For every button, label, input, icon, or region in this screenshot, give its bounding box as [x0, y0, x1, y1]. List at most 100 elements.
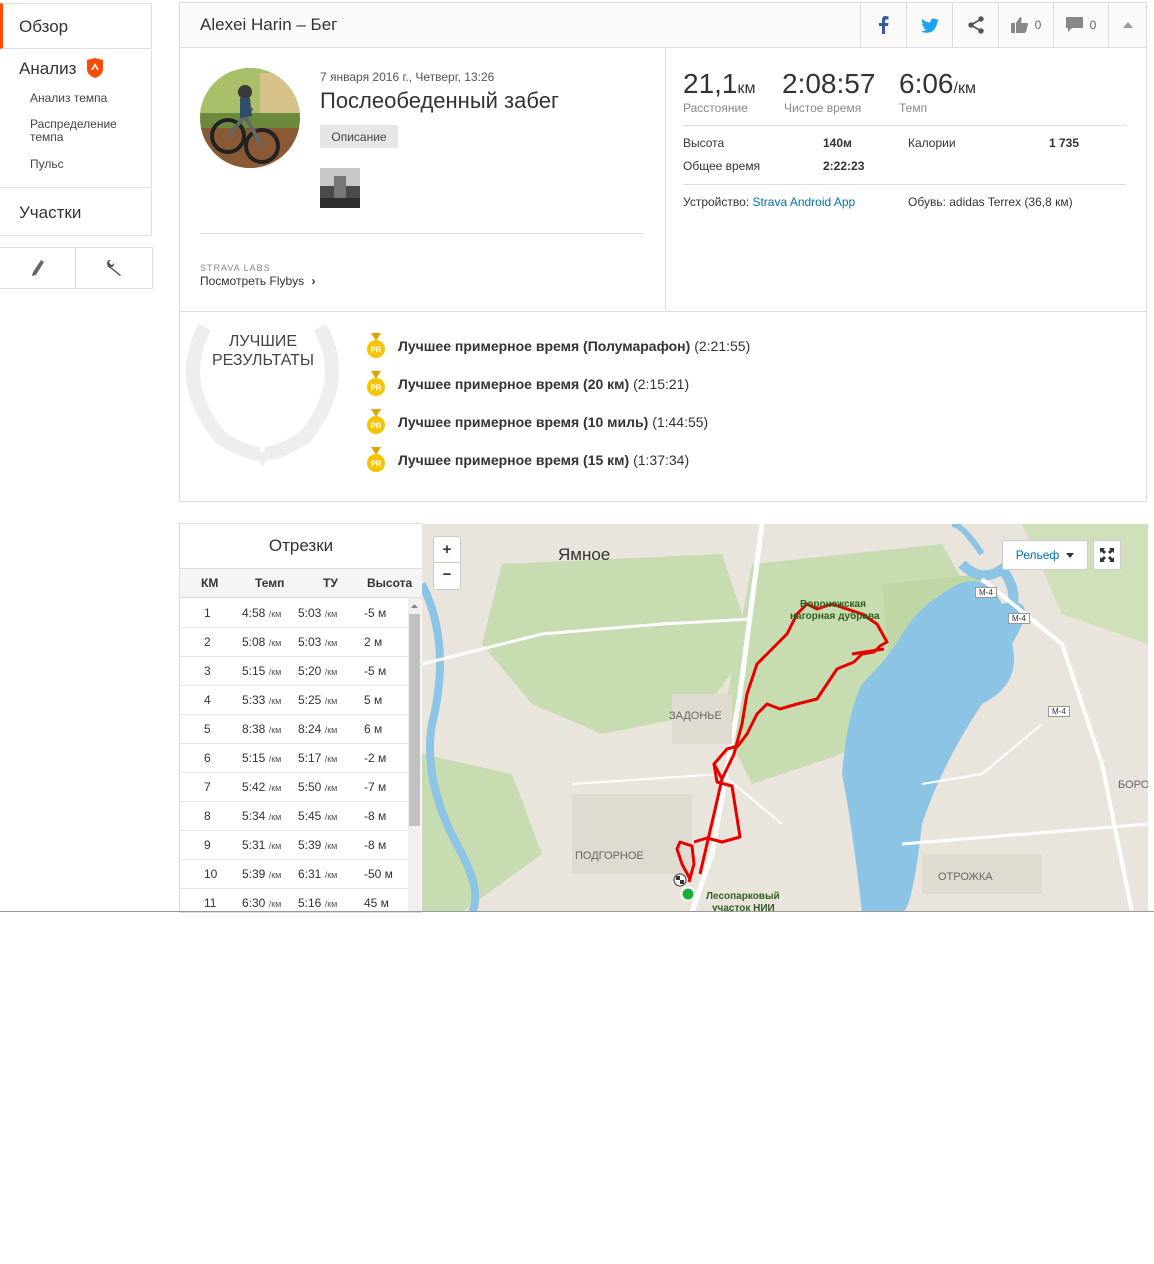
- achievement-text[interactable]: Лучшее примерное время (15 км) (1:37:34): [398, 452, 689, 468]
- best-results-line1: ЛУЧШИЕ: [228, 333, 298, 350]
- description-button[interactable]: Описание: [320, 125, 398, 148]
- edit-button[interactable]: [0, 248, 76, 288]
- scrollbar-thumb[interactable]: [409, 614, 420, 826]
- achievement-name: Лучшее примерное время (20 км): [398, 376, 630, 392]
- table-row[interactable]: 1 4:58 /км 5:03 /км -5 м: [180, 598, 408, 628]
- sidebar-item-analysis[interactable]: Анализ: [19, 59, 76, 79]
- map-layer-dropdown[interactable]: Рельеф: [1002, 540, 1088, 570]
- pace-unit: /км: [268, 754, 282, 764]
- achievement-text[interactable]: Лучшее примерное время (10 миль) (1:44:5…: [398, 414, 708, 430]
- flyby-link-label: Посмотреть Flybys: [200, 274, 305, 288]
- cell-elevation: -5 м: [364, 664, 387, 678]
- cell-gap: 8:24 /км: [298, 722, 337, 736]
- gap-value: 5:20: [298, 664, 322, 678]
- cell-gap: 5:45 /км: [298, 809, 337, 823]
- cell-pace: 5:34 /км: [242, 809, 281, 823]
- zoom-in-button[interactable]: +: [434, 537, 460, 563]
- table-row[interactable]: 11 6:30 /км 5:16 /км 45 м: [180, 888, 408, 912]
- achievement-name: Лучшее примерное время (15 км): [398, 452, 630, 468]
- zoom-out-button[interactable]: −: [434, 563, 460, 589]
- distance-stat: 21,1км: [683, 68, 756, 100]
- share-button[interactable]: [952, 3, 998, 47]
- actions-button[interactable]: [76, 248, 151, 288]
- table-row[interactable]: 3 5:15 /км 5:20 /км -5 м: [180, 656, 408, 686]
- facebook-share-button[interactable]: [860, 3, 906, 47]
- achievement-item: PR Лучшее примерное время (20 км) (2:15:2…: [366, 371, 689, 397]
- table-row[interactable]: 2 5:08 /км 5:03 /км 2 м: [180, 627, 408, 657]
- table-row[interactable]: 6 5:15 /км 5:17 /км -2 м: [180, 743, 408, 773]
- achievement-time: (1:37:34): [633, 452, 690, 468]
- pace-unit: /км: [268, 783, 282, 793]
- medal-label: PR: [370, 384, 381, 393]
- table-row[interactable]: 7 5:42 /км 5:50 /км -7 м: [180, 772, 408, 802]
- pace-unit: /км: [324, 725, 338, 735]
- achievements-section: ЛУЧШИЕ РЕЗУЛЬТАТЫ PR Лучшее примерное вре…: [180, 311, 1146, 502]
- gap-value: 5:17: [298, 751, 322, 765]
- cell-gap: 5:39 /км: [298, 838, 337, 852]
- shoes-value: adidas Terrex (36,8 км): [949, 195, 1073, 209]
- comments-button[interactable]: 0: [1053, 3, 1108, 47]
- achievement-time: (2:21:55): [694, 338, 751, 354]
- sidebar-item-segments[interactable]: Участки: [0, 189, 152, 236]
- column-header-elevation: Высота: [367, 576, 413, 590]
- shoes-info: Обувь: adidas Terrex (36,8 км): [908, 195, 1073, 209]
- cell-gap: 5:25 /км: [298, 693, 337, 707]
- cell-km: 10: [204, 867, 218, 881]
- table-row[interactable]: 4 5:33 /км 5:25 /км 5 м: [180, 685, 408, 715]
- pace-unit: /км: [324, 754, 338, 764]
- page-title: Alexei Harin – Бег: [200, 15, 338, 34]
- pr-medal-icon: PR: [367, 447, 385, 472]
- gap-value: 5:03: [298, 635, 322, 649]
- pace-value: 5:42: [242, 780, 266, 794]
- best-results-line2: РЕЗУЛЬТАТЫ: [211, 352, 315, 369]
- scroll-up-icon[interactable]: [408, 601, 421, 611]
- road-sign-m4: М-4: [1048, 706, 1070, 717]
- device-link[interactable]: Strava Android App: [752, 195, 855, 209]
- splits-scrollbar[interactable]: [408, 598, 421, 912]
- comment-icon: [1065, 17, 1083, 32]
- sidebar-section-analysis: Анализ Анализ темпа Распределение темпа …: [0, 50, 152, 188]
- table-row[interactable]: 8 5:34 /км 5:45 /км -8 м: [180, 801, 408, 831]
- photo-thumbnail: [320, 168, 360, 208]
- sidebar-item-pace-analysis[interactable]: Анализ темпа: [30, 92, 107, 105]
- achievement-text[interactable]: Лучшее примерное время (20 км) (2:15:21): [398, 376, 689, 392]
- splits-table: Отрезки КМ Темп ТУ Высота 1 4:58 /км 5:03 …: [179, 523, 422, 913]
- pace-unit: /км: [324, 841, 338, 851]
- fullscreen-button[interactable]: [1093, 540, 1121, 570]
- cell-pace: 5:15 /км: [242, 751, 281, 765]
- table-row[interactable]: 5 8:38 /км 8:24 /км 6 м: [180, 714, 408, 744]
- medal-label: PR: [370, 346, 381, 355]
- activity-photo[interactable]: [320, 168, 360, 208]
- cell-pace: 5:42 /км: [242, 780, 281, 794]
- table-row[interactable]: 10 5:39 /км 6:31 /км -50 м: [180, 859, 408, 889]
- pr-medal-icon: PR: [367, 371, 385, 396]
- achievement-item: PR Лучшее примерное время (15 км) (1:37:3…: [366, 447, 689, 473]
- flyby-link[interactable]: Посмотреть Flybys ›: [200, 274, 316, 288]
- twitter-share-button[interactable]: [906, 3, 952, 47]
- pace-stat: 6:06/км: [899, 68, 976, 100]
- avatar-photo: [200, 68, 300, 168]
- activity-stats: 21,1км Расстояние 2:08:57 Чистое время 6…: [666, 48, 1146, 310]
- cell-elevation: -7 м: [364, 780, 387, 794]
- cell-pace: 5:33 /км: [242, 693, 281, 707]
- achievement-text[interactable]: Лучшее примерное время (Полумарафон) (2:…: [398, 338, 750, 354]
- road-sign-m4: М-4: [975, 587, 997, 598]
- map-label-boro: БОРО: [1118, 779, 1148, 791]
- route-map[interactable]: Ямное Воронежская нагорная дубрава ЗАДОН…: [422, 524, 1148, 912]
- pace-unit: /км: [268, 899, 282, 909]
- gap-value: 5:03: [298, 606, 322, 620]
- table-row[interactable]: 9 5:31 /км 5:39 /км -8 м: [180, 830, 408, 860]
- sidebar-item-label: Обзор: [19, 17, 69, 36]
- collapse-button[interactable]: [1108, 3, 1147, 47]
- avatar[interactable]: [200, 68, 300, 168]
- sidebar-item-overview[interactable]: Обзор: [0, 3, 152, 49]
- map-layer-label: Рельеф: [1015, 548, 1060, 562]
- cell-km: 9: [204, 838, 211, 852]
- cell-gap: 5:03 /км: [298, 635, 337, 649]
- sidebar-item-pace-distribution[interactable]: Распределение темпа: [30, 118, 140, 144]
- kudos-button[interactable]: 0: [998, 3, 1053, 47]
- sidebar-item-heartrate[interactable]: Пульс: [30, 158, 64, 171]
- pace-value: 5:15: [242, 751, 266, 765]
- cell-km: 3: [204, 664, 211, 678]
- cell-pace: 5:08 /км: [242, 635, 281, 649]
